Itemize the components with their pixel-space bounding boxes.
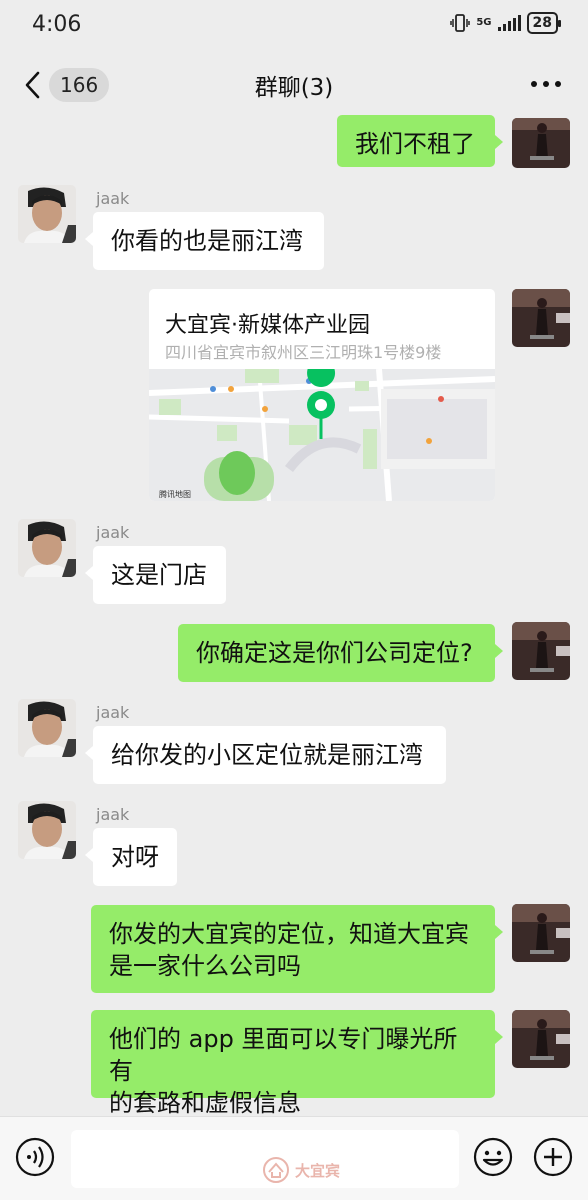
- avatar-self[interactable]: [512, 118, 570, 168]
- avatar-jaak[interactable]: [18, 699, 76, 757]
- vibrate-icon: [450, 14, 471, 32]
- sender-name: jaak: [96, 523, 130, 542]
- map-provider: 腾讯地图: [159, 489, 191, 499]
- message-bubble[interactable]: 你发的大宜宾的定位，知道大宜宾 是一家什么公司吗: [91, 905, 503, 993]
- message-bubble[interactable]: 他们的 app 里面可以专门曝光所有 的套路和虚假信息: [91, 1010, 503, 1117]
- message-bubble[interactable]: 你确定这是你们公司定位?: [178, 624, 503, 682]
- avatar-self[interactable]: [512, 904, 570, 962]
- plus-icon[interactable]: [533, 1137, 573, 1177]
- avatar-self[interactable]: [512, 622, 570, 680]
- avatar-jaak[interactable]: [18, 519, 76, 577]
- location-card[interactable]: 大宜宾·新媒体产业园 四川省宜宾市叙州区三江明珠1号楼9楼 腾讯地图: [149, 289, 495, 501]
- chat-title: 群聊(3): [254, 75, 334, 101]
- status-bar: 4:06 5G 28: [0, 0, 588, 52]
- battery-icon: 28: [526, 12, 562, 34]
- avatar-jaak[interactable]: [18, 801, 76, 859]
- sender-name: jaak: [96, 703, 130, 722]
- avatar-self[interactable]: [512, 289, 570, 347]
- location-name: 大宜宾·新媒体产业园: [165, 313, 370, 338]
- voice-icon[interactable]: [15, 1137, 55, 1177]
- sender-name: jaak: [96, 189, 130, 208]
- watermark-text: 大宜宾: [295, 1161, 341, 1180]
- emoji-icon[interactable]: [473, 1137, 513, 1177]
- more-icon[interactable]: [530, 78, 562, 90]
- status-time: 4:06: [32, 12, 82, 37]
- status-icons: 5G 28: [450, 12, 562, 34]
- message-bubble[interactable]: 对呀: [85, 828, 177, 886]
- location-map: 腾讯地图: [149, 369, 495, 501]
- message-bubble[interactable]: 这是门店: [85, 546, 226, 604]
- watermark-logo-icon: [263, 1157, 289, 1183]
- chat-header: 166 群聊(3): [0, 52, 588, 118]
- avatar-self[interactable]: [512, 1010, 570, 1068]
- signal-icon: [497, 15, 521, 31]
- network-type: 5G: [476, 17, 492, 28]
- message-bubble[interactable]: 我们不租了: [337, 115, 503, 167]
- sender-name: jaak: [96, 805, 130, 824]
- avatar-jaak[interactable]: [18, 185, 76, 243]
- message-bubble[interactable]: 给你发的小区定位就是丽江湾: [85, 726, 446, 784]
- watermark: 大宜宾: [263, 1157, 340, 1183]
- location-address: 四川省宜宾市叙州区三江明珠1号楼9楼: [165, 343, 442, 362]
- message-bubble[interactable]: 你看的也是丽江湾: [85, 212, 324, 270]
